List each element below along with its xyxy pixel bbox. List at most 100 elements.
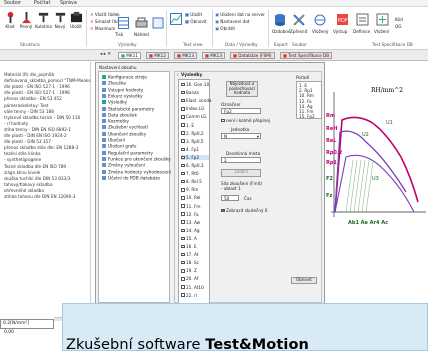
result-checkbox[interactable] — [181, 285, 185, 289]
method-list-item[interactable]: pámeraskeletuy: Test — [4, 103, 48, 108]
result-checkbox[interactable] — [181, 155, 185, 160]
tab-sprava[interactable]: Správa — [60, 1, 77, 6]
method-list-item[interactable]: - rl hodnoty — [4, 121, 28, 126]
method-list-item[interactable]: - synthetigrogene — [4, 157, 41, 162]
results-list-item[interactable]: 15. A — [181, 236, 197, 241]
method-list-item[interactable]: Tezné skladba dle EN ISO 789 — [4, 164, 66, 169]
tree-item[interactable]: Vstupní hodnoty — [102, 87, 143, 93]
method-list-item[interactable]: dle plasti - EN ISO 527-1 : 1996 — [4, 90, 70, 95]
method-list-item[interactable]: přenos skladba stile dle: EN 1288-3 — [4, 145, 78, 150]
method-list-item[interactable]: skuška tuchiki dle DIN 53 833/3 — [4, 176, 70, 181]
results-list-item[interactable]: 9. Rm — [181, 187, 198, 192]
obratit-item[interactable]: ▣ Obrátit — [215, 26, 235, 31]
maximum-item[interactable]: ✕ Maximum — [90, 26, 115, 31]
result-checkbox[interactable] — [181, 107, 185, 111]
result-checkbox[interactable] — [181, 188, 185, 192]
ulozit-item[interactable]: ■ Uložit — [185, 12, 202, 17]
results-list-item[interactable]: 6. Rp0,3 — [181, 163, 204, 168]
result-checkbox[interactable] — [181, 236, 185, 241]
results-list-item[interactable]: Banza — [181, 90, 199, 95]
method-list-item[interactable]: vále tenny - DIN 53 188 — [4, 109, 54, 114]
tree-item[interactable]: Ukončení zkoušky — [102, 131, 146, 137]
result-checkbox[interactable] — [181, 147, 185, 152]
tree-item[interactable]: Data zkoušek — [102, 112, 137, 118]
document-icon[interactable] — [152, 17, 164, 29]
results-list-item[interactable]: 10. Rel — [181, 195, 200, 200]
kolme-checkbox[interactable]: není i kolmé přepínej — [221, 118, 270, 123]
tree-item[interactable]: Statistické parametry — [102, 106, 154, 112]
table-icon[interactable] — [118, 17, 129, 29]
tools-icon[interactable] — [292, 13, 306, 27]
results-list-item[interactable]: 5. Fp2 — [181, 154, 209, 160]
oznaceni-field[interactable]: Fp2 — [221, 108, 261, 114]
definition-icon[interactable] — [356, 13, 369, 26]
results-list-item[interactable]: 21. At10 — [181, 285, 204, 290]
tree-item[interactable]: Změny vyloučení — [102, 163, 145, 169]
result-checkbox[interactable] — [181, 277, 185, 281]
insert-icon[interactable] — [376, 13, 389, 26]
method-list-item[interactable]: dle plasti - EN ISO 527-1 : 1996 — [4, 84, 70, 89]
result-checkbox[interactable] — [181, 212, 185, 216]
result-checkbox[interactable] — [181, 196, 185, 200]
result-checkbox[interactable] — [181, 115, 185, 119]
results-list-item[interactable]: 11. Fm — [181, 204, 200, 209]
results-list-item[interactable]: 20. Af — [181, 276, 198, 281]
results-list-item[interactable]: 13. Aw — [181, 220, 200, 225]
results-list-item[interactable]: Comm LG — [181, 114, 207, 119]
results-list-item[interactable]: 3. Rp0,5 — [181, 139, 204, 144]
method-list-item[interactable]: dle plasti - DIN EN ISO 1924-2 — [4, 133, 67, 138]
results-list-item[interactable]: 12. Fa — [181, 212, 199, 217]
tree-item[interactable]: Účetní do PDB databáze — [102, 175, 160, 181]
result-checkbox[interactable] — [181, 98, 185, 103]
method-list-item[interactable]: ziágn.klinu kivele — [4, 170, 40, 175]
method-list-item[interactable]: přenos skladba - EN 53 452 — [4, 96, 62, 101]
doc-tab-mk12[interactable]: ■ MK12 — [146, 52, 169, 59]
results-list-item[interactable]: 17. At — [181, 252, 198, 257]
results-list[interactable]: 16. Gon.10 Banza Elast. sonda Index.LG Comm … — [178, 79, 211, 305]
move-value-button[interactable]: Nájezdová a poslechovací hodnota — [226, 81, 258, 97]
zobrazit-checkbox[interactable]: Zobrazit skutečný 6 — [221, 208, 268, 213]
result-checkbox[interactable] — [181, 163, 185, 168]
tab-nav-arrows[interactable]: ◂ ▸ ✕ — [100, 52, 111, 57]
tree-item[interactable]: Zkouška — [102, 81, 126, 87]
novy-button[interactable]: Nový — [53, 11, 67, 30]
results-list-item[interactable]: 14. Ag — [181, 228, 200, 233]
doc-tab-mk13-b[interactable]: ■ MK13 — [202, 52, 225, 59]
result-checkbox[interactable] — [181, 171, 185, 176]
result-checkbox[interactable] — [181, 139, 185, 143]
nastaveni-dat-item[interactable]: ▣ Nastavení dat — [215, 19, 249, 24]
obnovit-button[interactable]: Obnovit — [291, 277, 317, 284]
result-checkbox[interactable] — [181, 179, 185, 184]
web-icon[interactable] — [313, 13, 327, 27]
tree-item[interactable]: Ukočení — [102, 138, 125, 144]
result-checkbox[interactable] — [181, 269, 185, 273]
tree-item[interactable]: Výsledky — [102, 100, 127, 106]
doc-tab-databaze[interactable]: ■ Databáze (FSM) — [230, 52, 275, 59]
ulozit-button[interactable]: Uložit — [69, 11, 83, 30]
result-checkbox[interactable] — [181, 90, 185, 95]
klad-button[interactable]: Klad — [3, 11, 17, 30]
result-checkbox[interactable] — [181, 82, 185, 87]
results-list-item[interactable]: 2. Rp0,2 — [181, 131, 204, 136]
doc-tab-mk11[interactable]: ■ MK11 — [118, 52, 141, 59]
results-list-item[interactable]: 16. E — [181, 244, 197, 249]
doc-tab-test-specifikace[interactable]: ■ Test Specifikace DB — [280, 52, 333, 59]
method-list-item[interactable]: tahový/tlakový skladba — [4, 182, 53, 187]
tree-item[interactable]: Funkce pro ukončení zkoušky — [102, 156, 171, 162]
method-list-item[interactable]: stiháe tahonu dle DIN EN 12090-3 — [4, 194, 75, 199]
zadani-button[interactable]: Zadání — [221, 169, 261, 177]
result-checkbox[interactable] — [181, 244, 185, 249]
results-list-item[interactable]: Index.LG — [181, 106, 204, 111]
method-list-item[interactable]: definovaná_skladba_pomocí "TNM-Meaks — [4, 78, 91, 83]
tab-soubor[interactable]: Soubor — [4, 1, 21, 6]
result-checkbox[interactable] — [181, 228, 185, 233]
tree-item[interactable]: Kozmetky — [102, 119, 129, 125]
result-checkbox[interactable] — [181, 123, 185, 127]
tree-item[interactable]: Změna hodnoty vyhodnocení — [102, 169, 171, 175]
order-list[interactable]: 1. E 2. Rp1 10. Rm 12. Fa 14. Ag 11. Fm 15. Fp… — [296, 81, 322, 119]
tree-item[interactable]: Regulační parametry — [102, 150, 153, 156]
force-field[interactable]: 50 — [221, 195, 239, 201]
print-icon[interactable] — [135, 17, 148, 29]
results-list-item[interactable]: 1. E — [181, 123, 194, 128]
result-checkbox[interactable] — [181, 131, 185, 135]
